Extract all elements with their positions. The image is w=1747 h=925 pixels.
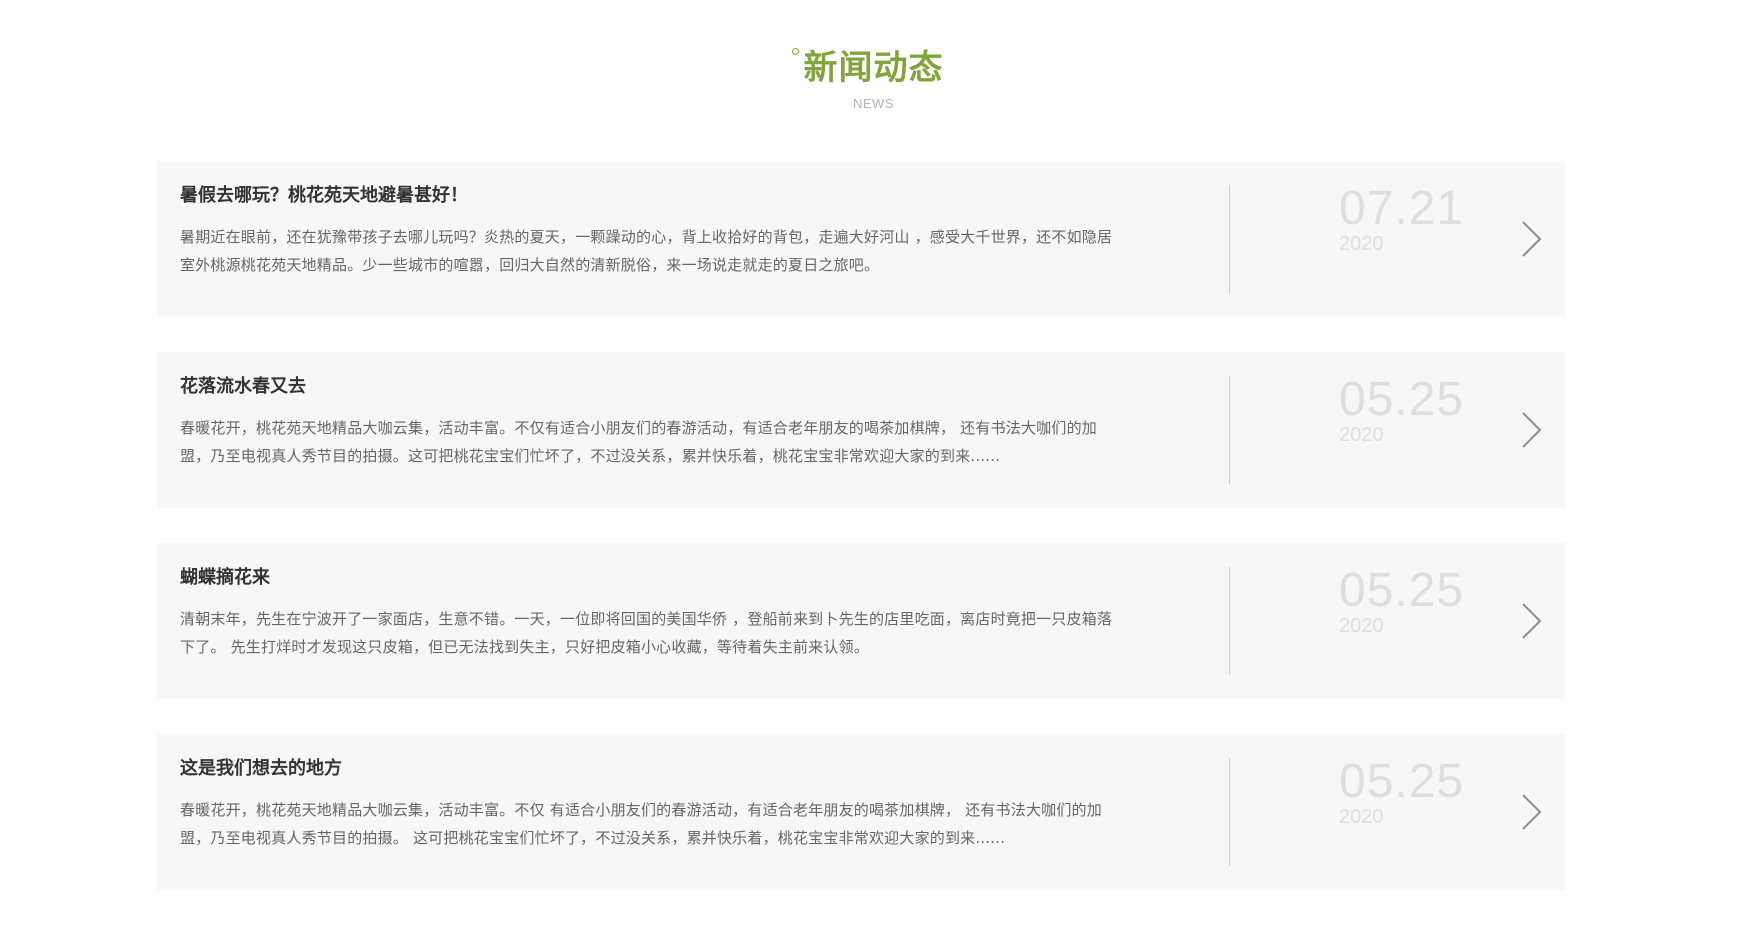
news-date-year: 2020 (1339, 424, 1384, 446)
news-text: 暑假去哪玩？桃花苑天地避暑甚好！ 暑期近在眼前，还在犹豫带孩子去哪儿玩吗？炎热的… (180, 183, 1165, 279)
news-item[interactable]: 蝴蝶摘花来 清朝末年，先生在宁波开了一家面店，生意不错。一天，一位即将回国的美国… (157, 543, 1565, 699)
decorative-dot-icon (791, 48, 799, 55)
news-date: 05.25 2020 (1339, 755, 1465, 829)
news-title[interactable]: 暑假去哪玩？桃花苑天地避暑甚好！ (180, 183, 1165, 209)
news-title[interactable]: 花落流水春又去 (180, 374, 1165, 400)
news-text: 这是我们想去的地方 春暖花开，桃花苑天地精品大咖云集，活动丰富。不仅 有适合小朋… (180, 756, 1165, 852)
news-date: 05.25 2020 (1339, 564, 1465, 638)
news-description-line: 春暖花开，桃花苑天地精品大咖云集，活动丰富。不仅 有适合小朋友们的春游活动，有适… (180, 801, 1102, 819)
news-date: 05.25 2020 (1339, 373, 1465, 447)
news-description-line: 暑期近在眼前，还在犹豫带孩子去哪儿玩吗？炎热的夏天，一颗躁动的心，背上收拾好的背… (180, 228, 1113, 246)
news-description-line: 盟，乃至电视真人秀节目的拍摄。这可把桃花宝宝们忙坏了，不过没关系，累并快乐着，桃… (180, 447, 1001, 465)
section-title: 新闻动态 (791, 44, 944, 92)
news-description-line: 春暖花开，桃花苑天地精品大咖云集，活动丰富。不仅有适合小朋友们的春游活动，有适合… (180, 419, 1097, 437)
news-description-line: 清朝末年，先生在宁波开了一家面店，生意不错。一天，一位即将回国的美国华侨 ，登船… (180, 610, 1113, 628)
chevron-right-icon[interactable] (1519, 219, 1547, 259)
news-date-year: 2020 (1339, 615, 1384, 637)
news-title[interactable]: 这是我们想去的地方 (180, 756, 1165, 782)
divider (1229, 758, 1230, 866)
news-item[interactable]: 这是我们想去的地方 春暖花开，桃花苑天地精品大咖云集，活动丰富。不仅 有适合小朋… (157, 734, 1565, 890)
news-date-year: 2020 (1339, 806, 1384, 828)
divider (1229, 185, 1230, 293)
news-date: 07.21 2020 (1339, 182, 1465, 256)
divider (1229, 567, 1230, 675)
news-date-day: 07.21 (1339, 182, 1465, 235)
chevron-right-icon[interactable] (1519, 410, 1547, 450)
news-item[interactable]: 暑假去哪玩？桃花苑天地避暑甚好！ 暑期近在眼前，还在犹豫带孩子去哪儿玩吗？炎热的… (157, 161, 1565, 317)
chevron-right-icon[interactable] (1519, 792, 1547, 832)
news-description-line: 室外桃源桃花苑天地精品。少一些城市的喧嚣，回归大自然的清新脱俗，来一场说走就走的… (180, 256, 880, 274)
news-title[interactable]: 蝴蝶摘花来 (180, 565, 1165, 591)
divider (1229, 376, 1230, 484)
news-description-line: 盟，乃至电视真人秀节目的拍摄。 这可把桃花宝宝们忙坏了，不过没关系，累并快乐着，… (180, 829, 1006, 847)
chevron-right-icon[interactable] (1519, 601, 1547, 641)
news-description: 暑期近在眼前，还在犹豫带孩子去哪儿玩吗？炎热的夏天，一颗躁动的心，背上收拾好的背… (180, 223, 1165, 279)
news-text: 花落流水春又去 春暖花开，桃花苑天地精品大咖云集，活动丰富。不仅有适合小朋友们的… (180, 374, 1165, 470)
section-title-text: 新闻动态 (803, 48, 944, 88)
news-date-day: 05.25 (1339, 755, 1465, 808)
news-list: 暑假去哪玩？桃花苑天地避暑甚好！ 暑期近在眼前，还在犹豫带孩子去哪儿玩吗？炎热的… (157, 161, 1565, 925)
news-text: 蝴蝶摘花来 清朝末年，先生在宁波开了一家面店，生意不错。一天，一位即将回国的美国… (180, 565, 1165, 661)
news-description: 春暖花开，桃花苑天地精品大咖云集，活动丰富。不仅有适合小朋友们的春游活动，有适合… (180, 414, 1165, 470)
news-date-day: 05.25 (1339, 564, 1465, 617)
news-date-day: 05.25 (1339, 373, 1465, 426)
news-description: 清朝末年，先生在宁波开了一家面店，生意不错。一天，一位即将回国的美国华侨 ，登船… (180, 605, 1165, 661)
news-description: 春暖花开，桃花苑天地精品大咖云集，活动丰富。不仅 有适合小朋友们的春游活动，有适… (180, 796, 1165, 852)
news-date-year: 2020 (1339, 233, 1384, 255)
section-subtitle: NEWS (853, 96, 894, 111)
news-description-line: 下了。 先生打烊时才发现这只皮箱，但已无法找到失主，只好把皮箱小心收藏，等待着失… (180, 638, 869, 656)
news-item[interactable]: 花落流水春又去 春暖花开，桃花苑天地精品大咖云集，活动丰富。不仅有适合小朋友们的… (157, 352, 1565, 508)
